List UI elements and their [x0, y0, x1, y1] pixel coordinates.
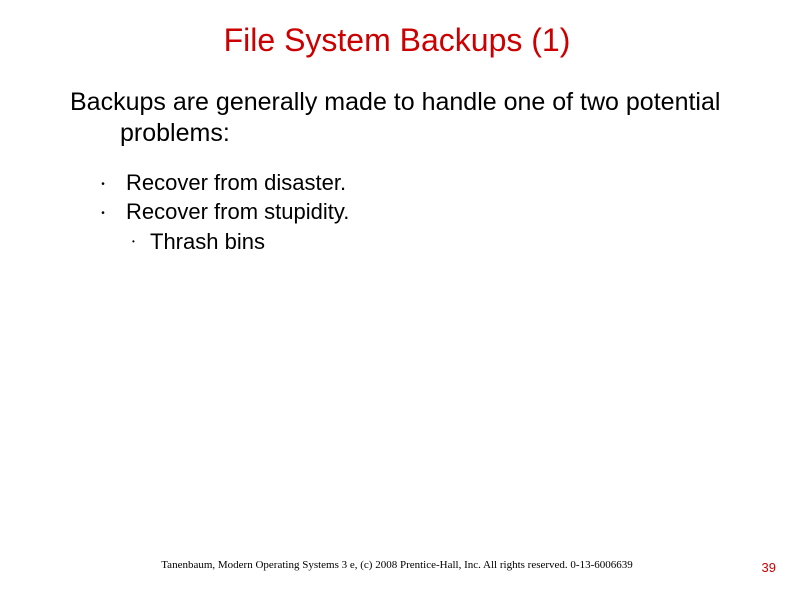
sub-bullet-text: Thrash bins: [150, 227, 265, 257]
footer-text: Tanenbaum, Modern Operating Systems 3 e,…: [161, 559, 633, 571]
intro-text: Backups are generally made to handle one…: [0, 87, 794, 150]
footer: Tanenbaum, Modern Operating Systems 3 e,…: [0, 555, 794, 573]
slide-title: File System Backups (1): [0, 22, 794, 59]
bullet-text: Recover from stupidity.: [126, 197, 794, 227]
bullet-text-container: Recover from stupidity. • Thrash bins: [126, 197, 794, 256]
bullet-icon: •: [80, 197, 126, 221]
bullet-icon: •: [132, 227, 150, 248]
bullet-icon: •: [80, 168, 126, 192]
slide: File System Backups (1) Backups are gene…: [0, 0, 794, 595]
page-number: 39: [762, 560, 776, 575]
bullet-text: Recover from disaster.: [126, 168, 794, 198]
sub-list-item: • Thrash bins: [126, 227, 794, 257]
list-item: • Recover from stupidity. • Thrash bins: [80, 197, 794, 256]
list-item: • Recover from disaster.: [80, 168, 794, 198]
bullet-list: • Recover from disaster. • Recover from …: [0, 168, 794, 257]
